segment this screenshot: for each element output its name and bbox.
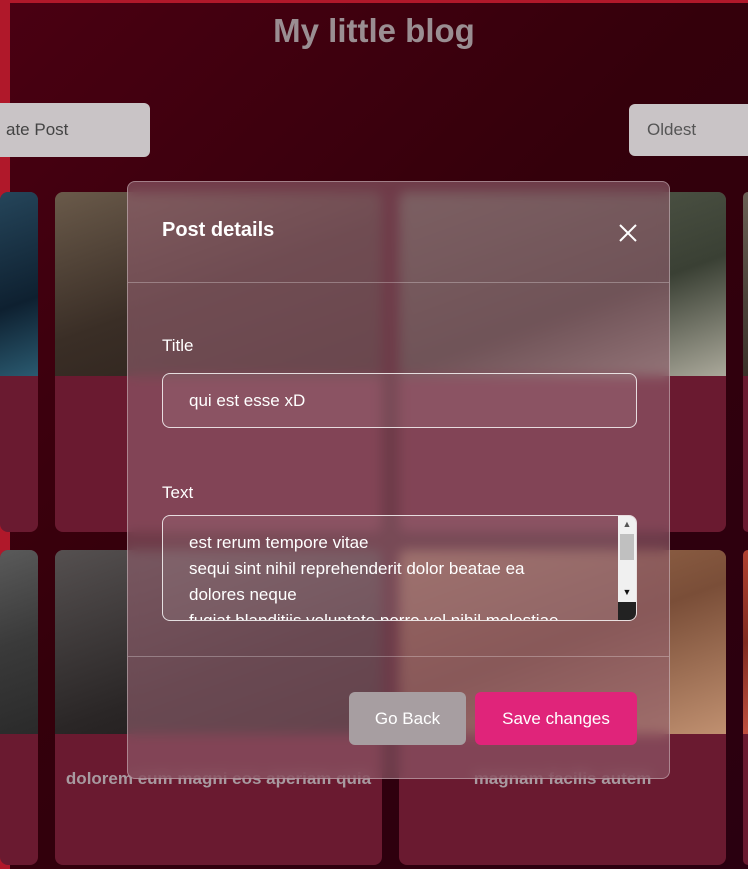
post-card[interactable]	[743, 192, 748, 532]
post-details-modal: Post details Title qui est esse xD Text …	[127, 181, 670, 779]
modal-title: Post details	[162, 219, 275, 241]
post-card[interactable]	[743, 550, 748, 865]
scroll-thumb[interactable]	[620, 534, 634, 560]
top-edge	[0, 0, 748, 3]
textarea-scrollbar[interactable]: ▲ ▼	[618, 516, 636, 620]
blog-title: My little blog	[273, 12, 475, 49]
textarea-line: dolores neque	[189, 585, 297, 604]
sort-select[interactable]: Oldest	[629, 104, 748, 156]
scroll-down-icon[interactable]: ▼	[618, 584, 636, 600]
post-image	[743, 192, 748, 376]
textarea-line: est rerum tempore vitae	[189, 533, 369, 552]
title-label: Title	[162, 336, 194, 355]
post-card[interactable]	[0, 192, 38, 532]
post-card[interactable]	[0, 550, 38, 865]
resize-handle-icon[interactable]	[618, 602, 636, 620]
create-post-button[interactable]: ate Post	[0, 103, 150, 157]
scroll-up-icon[interactable]: ▲	[618, 516, 636, 532]
modal-header: Post details	[128, 182, 669, 283]
text-label: Text	[162, 483, 194, 502]
post-image	[0, 550, 38, 734]
footer-divider	[128, 656, 669, 657]
save-changes-button[interactable]: Save changes	[475, 692, 637, 745]
textarea-line: fugiat blanditiis voluptate porro vel ni…	[189, 611, 559, 621]
text-textarea[interactable]: est rerum tempore vitae sequi sint nihil…	[162, 515, 637, 621]
go-back-button[interactable]: Go Back	[349, 692, 466, 745]
post-image	[0, 192, 38, 376]
title-input[interactable]: qui est esse xD	[162, 373, 637, 428]
textarea-line: sequi sint nihil reprehenderit dolor bea…	[189, 559, 525, 578]
close-icon[interactable]	[614, 219, 642, 247]
textarea-content: est rerum tempore vitae sequi sint nihil…	[189, 530, 609, 621]
post-image	[743, 550, 748, 734]
